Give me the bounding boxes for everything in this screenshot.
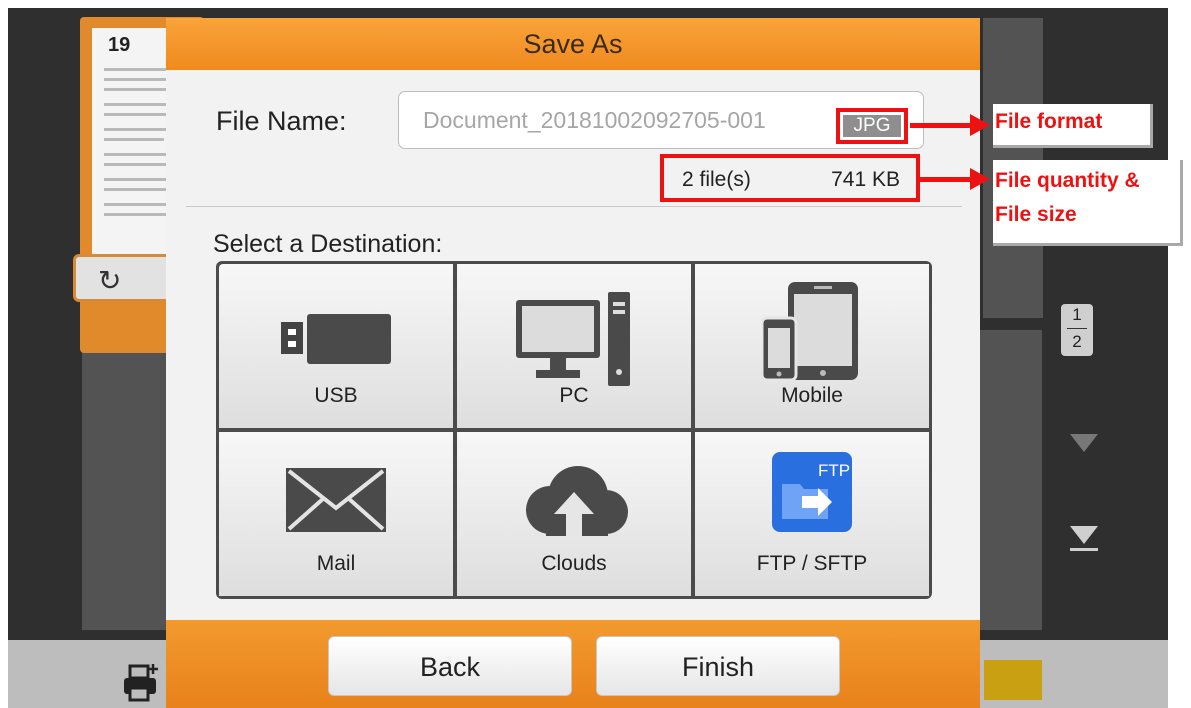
callout-arrow-head <box>970 114 990 136</box>
divider <box>186 206 962 207</box>
thumbnail-page-number: 19 <box>108 34 131 56</box>
callout-arrow-head <box>970 168 990 190</box>
destination-usb-button[interactable]: USB <box>219 264 453 428</box>
callout-file-format-text: File format <box>995 110 1103 133</box>
screenshot: 19 ↻ 1 2 Save As File Name: Document_201… <box>0 0 1191 708</box>
file-name-label: File Name: <box>216 106 347 136</box>
dialog-title: Save As <box>523 29 623 59</box>
destination-label: Select a Destination: <box>213 230 443 258</box>
pc-icon <box>516 292 630 386</box>
file-format-badge[interactable]: JPG <box>843 115 901 137</box>
svg-text:FTP: FTP <box>818 461 850 480</box>
finish-button[interactable]: Finish <box>596 636 840 696</box>
destination-label-clouds: Clouds <box>541 552 607 575</box>
destination-label-pc: PC <box>559 384 589 407</box>
destination-label-usb: USB <box>314 384 358 407</box>
destination-grid: USB PC Mobile Mail Clouds FTP FTP / SFTP <box>216 261 932 599</box>
printer-add-icon[interactable] <box>120 660 164 704</box>
current-page: 1 <box>1072 305 1082 324</box>
rotate-icon[interactable]: ↻ <box>98 264 121 297</box>
callout-file-format: File format <box>993 104 1153 148</box>
dialog-header: Save As <box>166 18 980 70</box>
destination-clouds-button[interactable]: Clouds <box>457 432 691 596</box>
usb-icon <box>281 314 391 364</box>
save-as-dialog: Save As File Name: Document_201810020927… <box>166 18 980 708</box>
scroll-end-icon[interactable] <box>1070 526 1098 552</box>
destination-ftp-button[interactable]: FTP FTP / SFTP <box>695 432 929 596</box>
scroll-down-icon[interactable] <box>1070 434 1098 452</box>
thumbnail-text-line <box>104 113 174 116</box>
file-format-highlight: JPG <box>836 108 908 144</box>
mobile-icon <box>762 282 858 382</box>
callout-arrow-line <box>910 123 972 128</box>
thumbnail-text-line <box>104 138 164 141</box>
fraction-bar <box>1067 328 1087 329</box>
destination-mail-button[interactable]: Mail <box>219 432 453 596</box>
thumbnail-text-line <box>104 68 174 71</box>
file-name-value: Document_20181002092705-001 <box>423 107 766 133</box>
destination-mobile-button[interactable]: Mobile <box>695 264 929 428</box>
thumbnail-text-line <box>104 88 170 91</box>
destination-label-ftp: FTP / SFTP <box>756 552 868 575</box>
background-button <box>984 660 1042 700</box>
callout-file-quantity: File quantity & File size <box>993 160 1183 246</box>
destination-pc-button[interactable]: PC <box>457 264 691 428</box>
mail-icon <box>286 468 386 532</box>
callout-file-quantity-line2: File size <box>995 203 1077 226</box>
back-button[interactable]: Back <box>328 636 572 696</box>
total-pages: 2 <box>1072 332 1082 351</box>
cloud-upload-icon <box>526 466 628 536</box>
page-indicator: 1 2 <box>1061 304 1093 356</box>
ftp-icon: FTP <box>772 452 852 532</box>
destination-label-mail: Mail <box>316 552 356 575</box>
file-count: 2 file(s) <box>682 168 751 191</box>
thumbnail-text-line <box>104 213 174 216</box>
destination-label-mobile: Mobile <box>781 384 843 407</box>
callout-arrow-line <box>920 177 972 182</box>
thumbnail-text-line <box>104 163 172 166</box>
file-size: 741 KB <box>831 168 900 191</box>
thumbnail-text-line <box>104 188 168 191</box>
dialog-footer: Back Finish <box>166 620 980 708</box>
file-info-highlight: 2 file(s) 741 KB <box>660 154 920 202</box>
callout-file-quantity-line1: File quantity & <box>995 169 1140 192</box>
